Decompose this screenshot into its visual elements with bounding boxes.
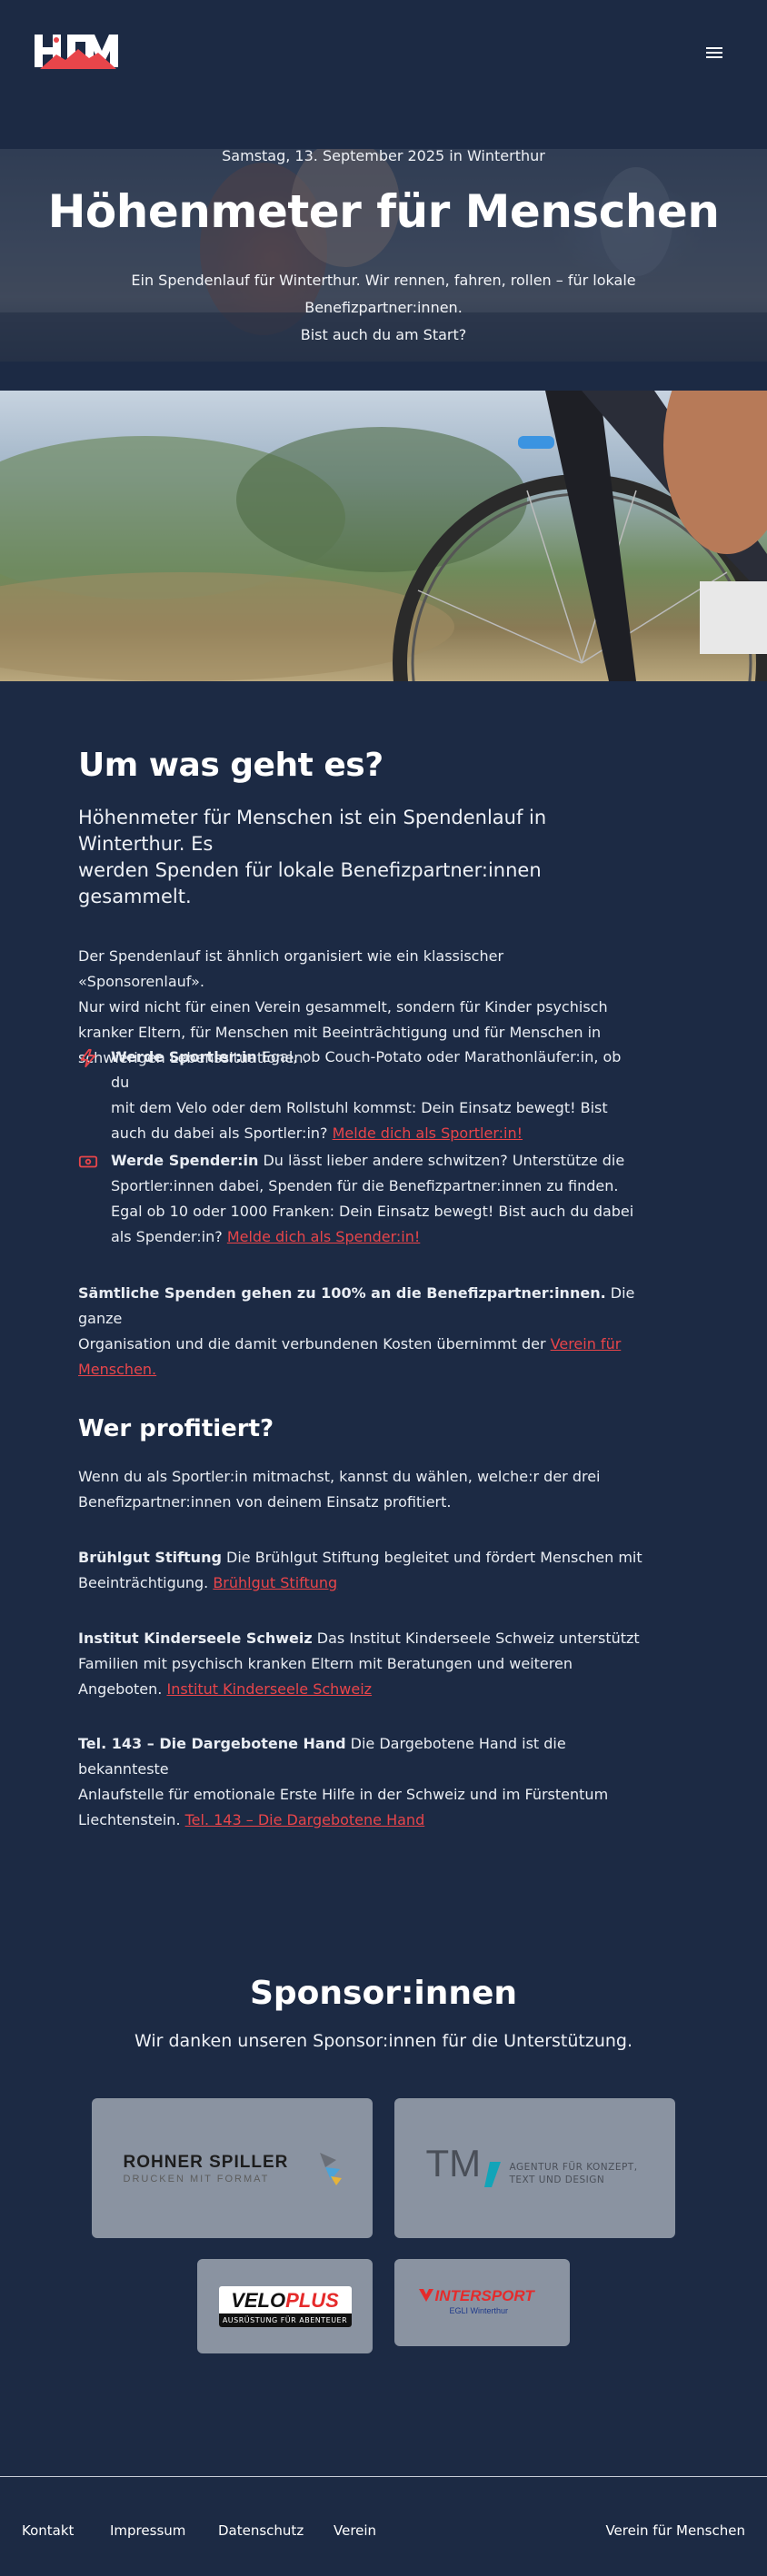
donor-signup-link[interactable]: Melde dich als Spender:in! (227, 1228, 420, 1245)
event-date: Samstag, 13. September 2025 in Winterthu… (222, 147, 545, 164)
note-bold: Sämtliche Spenden gehen zu 100% an die B… (78, 1284, 606, 1302)
beneficiary-name: Brühlgut Stiftung (78, 1549, 222, 1566)
sponsor-veloplus[interactable]: VELOPLUS AUSRÜSTUNG FÜR ABENTEUER (197, 2259, 373, 2353)
kinderseele-link[interactable]: Institut Kinderseele Schweiz (166, 1680, 372, 1698)
feature-text: mit dem Velo oder dem Rollstuhl kommst: … (111, 1099, 608, 1116)
athlete-signup-link[interactable]: Melde dich als Sportler:in! (333, 1125, 523, 1142)
money-icon (78, 1155, 98, 1168)
beneficiary-text: Angeboten. (78, 1680, 167, 1698)
feature-text: auch du dabei als Sportler:in? (111, 1125, 333, 1142)
beneficiaries-heading: Wer profitiert? (78, 1415, 274, 1442)
bruehlgut-link[interactable]: Brühlgut Stiftung (213, 1574, 337, 1591)
beneficiaries-intro: Wenn du als Sportler:in mitmachst, kanns… (78, 1464, 660, 1515)
sponsor-tagline: AGENTUR FÜR KONZEPT, (509, 2162, 638, 2173)
site-logo[interactable] (33, 31, 120, 71)
bike-photo (0, 391, 767, 681)
sponsor-tagline: DRUCKEN MIT FORMAT (123, 2174, 270, 2185)
footer-link-datenschutz[interactable]: Datenschutz (218, 2522, 304, 2539)
beneficiary-text: Familien mit psychisch kranken Eltern mi… (78, 1655, 573, 1672)
verein-link[interactable]: Verein für (551, 1335, 622, 1352)
donations-note: Sämtliche Spenden gehen zu 100% an die B… (78, 1281, 642, 1382)
feature-title: Werde Sportler:in (111, 1048, 257, 1065)
footer-divider (0, 2476, 767, 2477)
lead-line: Höhenmeter für Menschen ist ein Spendenl… (78, 807, 547, 855)
lightning-icon (80, 1048, 96, 1068)
sponsor-tm-agentur[interactable]: TM AGENTUR FÜR KONZEPT, TEXT UND DESIGN (394, 2098, 675, 2238)
feature-text: als Spender:in? (111, 1228, 227, 1245)
intro-line: Wenn du als Sportler:in mitmachst, kanns… (78, 1468, 601, 1485)
beneficiary-text: Beeinträchtigung. (78, 1574, 214, 1591)
footer-link-impressum[interactable]: Impressum (110, 2522, 185, 2539)
footer-link-kontakt[interactable]: Kontakt (22, 2522, 74, 2539)
sponsor-name: INTERSPORT (434, 2287, 534, 2304)
paragraph-line: kranker Eltern, für Menschen mit Beeintr… (78, 1024, 602, 1041)
sponsor-tagline: AUSRÜSTUNG FÜR ABENTEUER (218, 2313, 352, 2327)
sponsor-name: VELO (231, 2288, 286, 2312)
beneficiary-name: Institut Kinderseele Schweiz (78, 1630, 313, 1647)
sponsor-intersport[interactable]: INTERSPORT EGLI Winterthur (394, 2259, 570, 2346)
paragraph-line: Nur wird nicht für einen Verein gesammel… (78, 998, 608, 1016)
about-lead: Höhenmeter für Menschen ist ein Spendenl… (78, 805, 623, 910)
sponsor-name: ROHNER SPILLER (123, 2153, 289, 2172)
feature-text: Sportler:innen dabei, Spenden für die Be… (111, 1177, 619, 1194)
beneficiary-text: Liechtenstein. (78, 1811, 185, 1828)
sponsor-tagline: TEXT UND DESIGN (509, 2175, 605, 2185)
feature-donor: Werde Spender:in Du lässt lieber andere … (78, 1148, 642, 1253)
hero-subtitle-line: Ein Spendenlauf für Winterthur. Wir renn… (131, 272, 636, 316)
sponsors-heading: Sponsor:innen (249, 1975, 517, 2012)
feature-text: Egal ob 10 oder 1000 Franken: Dein Einsa… (111, 1203, 634, 1220)
beneficiary-tel143: Tel. 143 – Die Dargebotene Hand Die Darg… (78, 1731, 660, 1833)
about-section: Um was geht es? Höhenmeter für Menschen … (78, 745, 623, 1071)
site-header (0, 0, 767, 104)
sponsor-mark: TM (425, 2142, 482, 2185)
feature-text: Du lässt lieber andere schwitzen? Unters… (258, 1152, 625, 1169)
sponsor-rohner-spiller[interactable]: ROHNER SPILLER DRUCKEN MIT FORMAT (92, 2098, 373, 2238)
beneficiary-name: Tel. 143 – Die Dargebotene Hand (78, 1735, 346, 1752)
sponsor-tagline: EGLI Winterthur (449, 2306, 509, 2315)
verein-link[interactable]: Menschen. (78, 1361, 156, 1378)
hero-subtitle: Ein Spendenlauf für Winterthur. Wir renn… (65, 267, 702, 349)
hamburger-menu-button[interactable] (703, 42, 725, 64)
hero-title: Höhenmeter für Menschen (47, 185, 720, 238)
sponsors-subtitle: Wir danken unseren Sponsor:innen für die… (134, 2031, 633, 2051)
rohner-spiller-logo-icon (319, 2153, 342, 2185)
lead-line: werden Spenden für lokale Benefizpartner… (78, 859, 542, 907)
beneficiary-bruehlgut: Brühlgut Stiftung Die Brühlgut Stiftung … (78, 1545, 660, 1596)
beneficiary-kinderseele: Institut Kinderseele Schweiz Das Institu… (78, 1626, 660, 1702)
hfm-logo-icon (35, 35, 118, 69)
intro-line: Benefizpartner:innen von deinem Einsatz … (78, 1493, 452, 1511)
tel143-link[interactable]: Tel. 143 – Die Dargebotene Hand (185, 1811, 425, 1828)
sponsor-name: PLUS (285, 2288, 339, 2312)
about-heading: Um was geht es? (78, 747, 384, 784)
beneficiary-text: Das Institut Kinderseele Schweiz unterst… (312, 1630, 640, 1647)
note-text: Organisation und die damit verbundenen K… (78, 1335, 551, 1352)
beneficiary-text: Anlaufstelle für emotionale Erste Hilfe … (78, 1786, 609, 1803)
paragraph-line: Der Spendenlauf ist ähnlich organisiert … (78, 947, 504, 990)
footer-link-verein[interactable]: Verein (334, 2522, 376, 2539)
feature-athlete: Werde Sportler:in Egal, ob Couch-Potato … (78, 1045, 642, 1142)
beneficiary-text: Die Brühlgut Stiftung begleitet und förd… (221, 1549, 642, 1566)
tm-accent-icon (483, 2162, 501, 2187)
footer-link-verein-fuer-menschen[interactable]: Verein für Menschen (605, 2522, 745, 2539)
hero-subtitle-line: Bist auch du am Start? (300, 326, 467, 343)
intersport-logo-icon (418, 2289, 433, 2302)
feature-title: Werde Spender:in (111, 1152, 259, 1169)
